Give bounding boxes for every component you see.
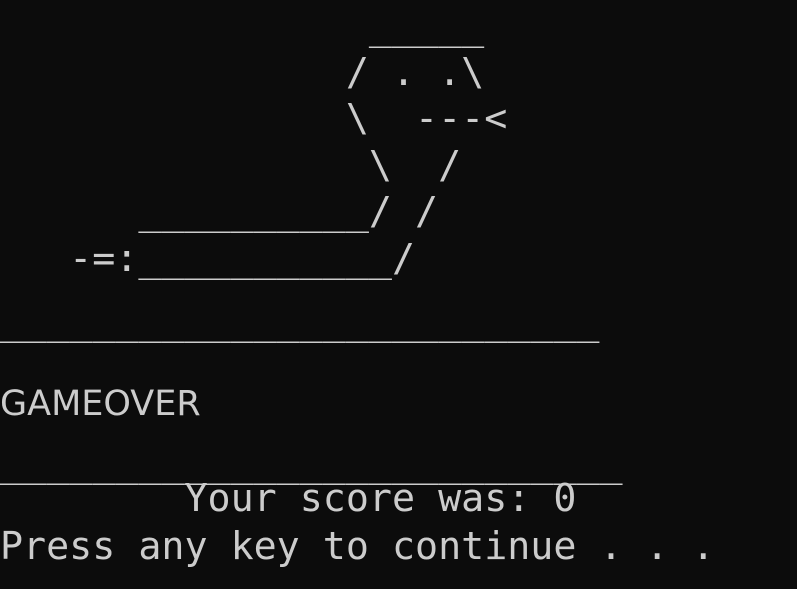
- continue-prompt: Press any key to continue . . .: [0, 524, 715, 569]
- snake-art-line-1: _____: [0, 4, 485, 49]
- snake-art-line-5: __________/ /: [0, 189, 439, 234]
- gameover-title: GAMEOVER: [0, 384, 201, 424]
- snake-art-line-3: \ ---<: [0, 96, 508, 141]
- snake-art-line-2: / . .\: [0, 50, 485, 95]
- console-window[interactable]: _____ / . .\ \ ---< \ / __________/ / -=…: [0, 0, 797, 589]
- snake-art-line-6: -=:___________/: [0, 236, 416, 281]
- snake-art-line-4: \ /: [0, 143, 462, 188]
- score-line: Your score was: 0: [0, 476, 577, 521]
- divider-top: __________________________: [0, 299, 600, 344]
